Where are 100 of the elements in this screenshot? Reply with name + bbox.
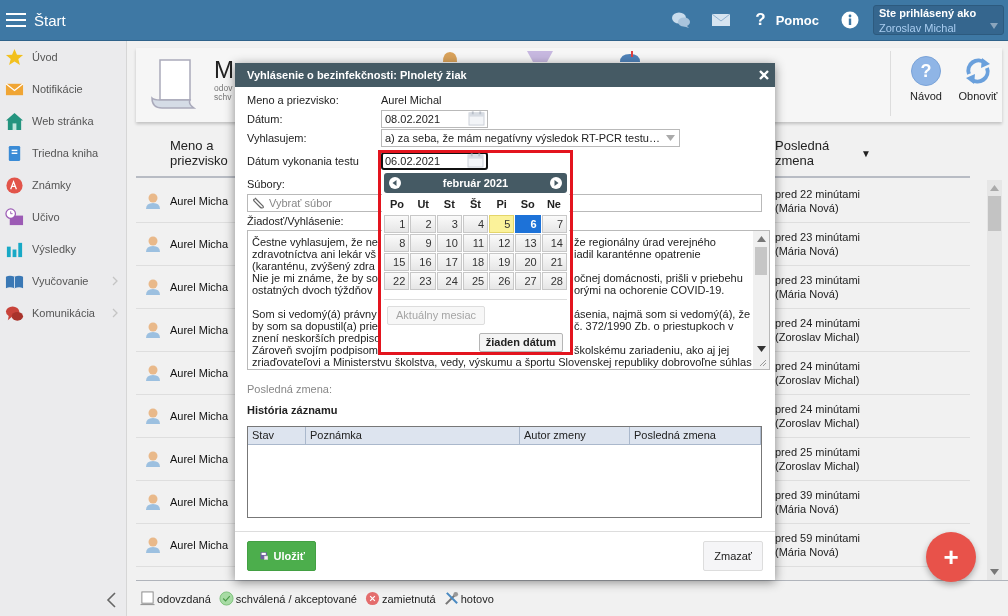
delete-button[interactable]: Zmazať xyxy=(703,541,763,571)
weekday-label: Št xyxy=(469,197,482,210)
clear-date-button[interactable]: žiaden dátum xyxy=(478,332,563,352)
column-header[interactable]: Poznámka xyxy=(306,427,520,444)
sidebar-item[interactable]: Komunikácia xyxy=(0,297,126,329)
close-icon[interactable] xyxy=(759,70,769,80)
toolbar-button[interactable]: ? Návod xyxy=(907,56,945,122)
calendar-day[interactable]: 6 xyxy=(515,214,541,233)
next-icon[interactable] xyxy=(550,177,562,189)
calendar-day[interactable]: 2 xyxy=(410,214,436,233)
user-menu[interactable]: Ste prihlásený ako Zoroslav Michal xyxy=(873,5,1004,35)
date-field[interactable]: 08.02.2021 xyxy=(381,109,488,128)
change-author: (Zoroslav Michal) xyxy=(775,330,860,344)
heading-subtitle: schv xyxy=(214,93,232,102)
sidebar-item[interactable]: Triedna kniha xyxy=(0,137,126,169)
check-circle-icon xyxy=(218,591,234,606)
calendar-day[interactable]: 1 xyxy=(384,214,410,233)
field-label: Meno a priezvisko: xyxy=(247,94,340,106)
legend-label: zamietnutá xyxy=(381,592,436,605)
change-time: pred 23 minútami xyxy=(775,273,860,287)
calendar-day[interactable]: 27 xyxy=(515,271,541,290)
date-field[interactable]: 06.02.2021 xyxy=(381,151,488,170)
toolbar-button[interactable]: Obnoviť xyxy=(959,56,997,122)
sidebar-item[interactable]: Notifikácie xyxy=(0,73,126,105)
page-heading: M xyxy=(214,56,234,84)
document-icon xyxy=(140,591,155,606)
person-icon xyxy=(145,536,161,554)
person-icon xyxy=(145,450,161,468)
column-header[interactable]: Meno a priezvisko xyxy=(170,138,234,168)
student-name: Aurel Micha xyxy=(170,238,229,250)
calendar-day[interactable]: 24 xyxy=(436,271,462,290)
calendar-day[interactable]: 15 xyxy=(384,252,410,271)
scrollbar[interactable] xyxy=(987,180,1002,580)
calendar-day[interactable]: 20 xyxy=(515,252,541,271)
scroll-up-icon[interactable] xyxy=(756,236,766,242)
weekday-label: Ne xyxy=(545,197,562,210)
info-icon[interactable] xyxy=(841,11,859,29)
scrollbar-thumb[interactable] xyxy=(755,247,767,275)
caret-icon xyxy=(665,134,675,141)
menu-icon[interactable] xyxy=(6,12,26,28)
column-header[interactable]: Autor zmeny xyxy=(520,427,630,444)
calendar-day[interactable]: 13 xyxy=(515,233,541,252)
calendar-icon[interactable] xyxy=(467,153,484,168)
calendar-day[interactable]: 12 xyxy=(489,233,515,252)
column-header[interactable]: Posledná zmena xyxy=(630,427,761,444)
sidebar-item[interactable]: Učivo xyxy=(0,201,126,233)
statement-text: orými na ochorenie COVID-19. xyxy=(574,284,726,296)
legend-label: schválená / akceptované xyxy=(235,592,357,605)
student-name: Aurel Micha xyxy=(170,281,229,293)
calendar-day[interactable]: 10 xyxy=(436,233,462,252)
envelope-icon[interactable] xyxy=(711,11,732,29)
chat-icon[interactable] xyxy=(671,11,692,29)
calendar-day[interactable]: 19 xyxy=(489,252,515,271)
calendar-day[interactable]: 16 xyxy=(410,252,436,271)
sidebar-item[interactable]: Úvod xyxy=(0,41,126,73)
calendar-day[interactable]: 26 xyxy=(489,271,515,290)
calendar-month: február 2021 xyxy=(442,177,509,189)
dropdown[interactable]: a) za seba, že mám negatívny výsledok RT-PCR testu… xyxy=(381,128,680,147)
mailbox-icon[interactable] xyxy=(617,51,643,62)
sort-indicator[interactable]: ▼ xyxy=(861,145,871,161)
statement-text: ostatných dvoch týždňov xyxy=(252,284,374,296)
weekday-label: So xyxy=(519,197,536,210)
collapse-icon[interactable] xyxy=(104,592,118,608)
calendar-day[interactable]: 7 xyxy=(541,214,567,233)
scroll-icon xyxy=(150,58,196,110)
calendar-day[interactable]: 23 xyxy=(410,271,436,290)
help-button[interactable]: ? Pomoc xyxy=(755,10,819,30)
add-button[interactable]: + xyxy=(926,532,976,582)
resize-grip-icon[interactable] xyxy=(759,359,767,367)
field-label: Dátum: xyxy=(247,112,284,125)
calendar-day[interactable]: 3 xyxy=(436,214,462,233)
sidebar-item[interactable]: Vyučovanie xyxy=(0,265,126,297)
column-header[interactable]: Stav xyxy=(248,427,306,444)
change-author: (Mária Nová) xyxy=(775,502,839,516)
help-icon: ? xyxy=(911,56,941,86)
sidebar-item[interactable]: Web stránka xyxy=(0,105,126,137)
cross-circle-icon xyxy=(364,591,380,606)
calendar-day[interactable]: 4 xyxy=(462,214,489,233)
calendar-day[interactable]: 14 xyxy=(541,233,567,252)
calendar-day[interactable]: 8 xyxy=(384,233,410,252)
calendar-day[interactable]: 11 xyxy=(462,233,489,252)
weekday-label: Po xyxy=(389,197,406,210)
calendar-day[interactable]: 5 xyxy=(489,214,515,233)
scrollbar-thumb[interactable] xyxy=(988,196,1001,231)
calendar-day[interactable]: 21 xyxy=(541,252,567,271)
sidebar-item[interactable]: Známky xyxy=(0,169,126,201)
calendar-day[interactable]: 22 xyxy=(384,271,410,290)
sidebar-item[interactable]: Výsledky xyxy=(0,233,126,265)
calendar-day[interactable]: 18 xyxy=(462,252,489,271)
calendar-day[interactable]: 17 xyxy=(436,252,462,271)
column-header[interactable]: Posledná zmena xyxy=(775,138,835,168)
change-time: pred 24 minútami xyxy=(775,316,860,330)
change-author: (Mária Nová) xyxy=(775,244,839,258)
calendar-day[interactable]: 25 xyxy=(462,271,489,290)
change-time: pred 39 minútami xyxy=(775,488,860,502)
previous-icon[interactable] xyxy=(389,177,401,189)
scroll-down-icon[interactable] xyxy=(756,346,766,352)
statement-text: iadil karanténne opatrenie xyxy=(574,248,702,260)
calendar-day[interactable]: 28 xyxy=(541,271,567,290)
calendar-day[interactable]: 9 xyxy=(410,233,436,252)
